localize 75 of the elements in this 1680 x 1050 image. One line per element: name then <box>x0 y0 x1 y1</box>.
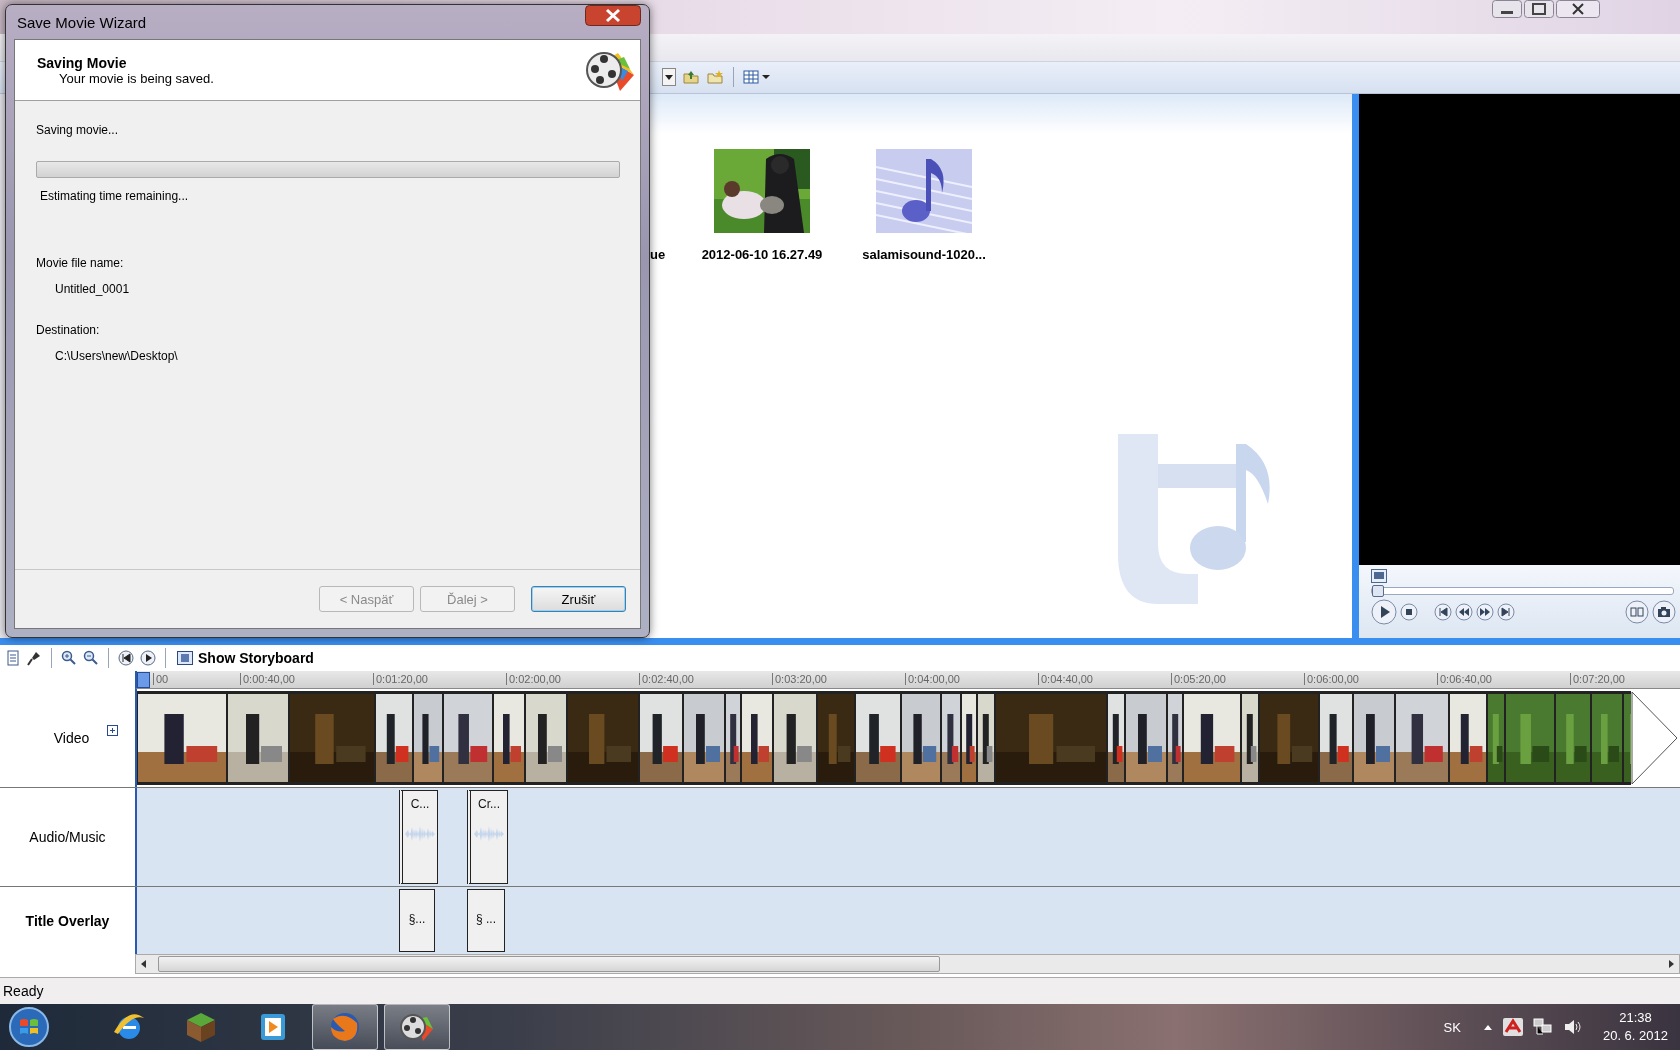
clock-time[interactable]: 21:38 <box>1619 1009 1652 1027</box>
maximize-icon[interactable] <box>1524 0 1554 18</box>
music-note-icon <box>876 148 972 233</box>
zoom-in-icon[interactable] <box>61 650 77 667</box>
time-label: 0:02:00,00 <box>506 673 561 686</box>
caret-up-icon[interactable] <box>1482 1023 1493 1031</box>
track-label: Video <box>53 730 90 747</box>
audio-clip[interactable]: C... <box>399 790 438 885</box>
wizard-subtitle: Your movie is being saved. <box>59 70 214 86</box>
clip-label: §... <box>408 912 426 927</box>
clock-date[interactable]: 20. 6. 2012 <box>1602 1027 1668 1045</box>
rewind-icon[interactable] <box>1455 602 1473 621</box>
dropdown-icon[interactable] <box>662 68 676 87</box>
camera-icon[interactable] <box>1652 599 1676 624</box>
horizontal-scrollbar[interactable] <box>135 954 1680 975</box>
play-icon[interactable] <box>1371 598 1397 625</box>
splitter-bar[interactable] <box>0 638 1680 646</box>
audio-clip[interactable]: Cr... <box>467 790 508 885</box>
volume-icon[interactable] <box>1562 1018 1583 1036</box>
time-label: 00 <box>153 673 169 686</box>
clip-label: ue <box>650 246 666 262</box>
window-title: Save Movie Wizard <box>16 13 147 31</box>
playhead[interactable] <box>137 672 150 689</box>
seek-thumb[interactable] <box>1372 584 1384 597</box>
status-text: Saving movie... <box>36 123 120 137</box>
track-label: Title Overlay <box>25 912 110 929</box>
fast-forward-icon[interactable] <box>1476 602 1494 621</box>
collection-item[interactable]: 2012-06-10 16.27.49 <box>692 148 832 262</box>
grass-block-icon <box>184 1010 218 1044</box>
field-value: C:\Users\new\Desktop\ <box>54 349 179 363</box>
close-button[interactable] <box>585 5 641 26</box>
clip-label: § ... <box>476 912 496 927</box>
expand-icon[interactable] <box>107 725 118 737</box>
view-grid-icon[interactable] <box>743 69 771 86</box>
field-value: Untitled_0001 <box>54 282 131 296</box>
stop-icon[interactable] <box>1400 602 1418 621</box>
show-storyboard-button[interactable]: Show Storyboard <box>175 650 316 667</box>
time-label: 0:03:20,00 <box>772 673 827 686</box>
rewind-icon[interactable] <box>118 650 134 667</box>
time-label: 0:05:20,00 <box>1171 673 1226 686</box>
filmstrip-icon <box>177 651 193 666</box>
zoom-out-icon[interactable] <box>83 650 99 667</box>
start-button[interactable] <box>8 1006 50 1048</box>
folder-up-icon[interactable] <box>682 69 700 86</box>
time-label: 0:02:40,00 <box>639 673 694 686</box>
time-label: 0:01:20,00 <box>373 673 428 686</box>
scroll-thumb[interactable] <box>158 956 940 973</box>
time-label: 0:06:00,00 <box>1304 673 1359 686</box>
clip-label: C... <box>410 797 430 812</box>
previous-icon[interactable] <box>1434 602 1452 621</box>
title-clip[interactable]: § ... <box>467 889 505 953</box>
wizard-title: Saving Movie <box>37 54 128 71</box>
screen-icon[interactable] <box>1371 568 1387 583</box>
time-label: 0:07:20,00 <box>1570 673 1625 686</box>
taskbar-app[interactable] <box>384 1004 450 1050</box>
title-clip[interactable]: §... <box>399 889 435 953</box>
time-label: 0:06:40,00 <box>1437 673 1492 686</box>
network-icon[interactable] <box>1532 1018 1553 1036</box>
time-ruler[interactable]: 00 0:00:40,00 0:01:20,00 0:02:00,00 0:02:40,00 0:03:20,00 0:04:00,00 0:04:40,00 0:05:20,00 0:06:00,00 0:06:40,00 0:07:20,00 <box>135 671 1680 690</box>
time-label: 0:00:40,00 <box>240 673 295 686</box>
time-label: 0:04:40,00 <box>1038 673 1093 686</box>
close-icon[interactable] <box>1556 0 1600 18</box>
clip-label: Cr... <box>478 797 500 812</box>
field-label: Movie file name: <box>36 256 125 270</box>
time-label: 0:04:00,00 <box>905 673 960 686</box>
field-label: Destination: <box>36 323 101 337</box>
collection-item[interactable]: salamisound-1020... <box>854 148 994 262</box>
next-icon[interactable] <box>1497 602 1515 621</box>
time-remaining-text: Estimating time remaining... <box>39 189 190 203</box>
play-icon[interactable] <box>140 650 156 667</box>
language-indicator[interactable]: SK <box>1443 1019 1461 1035</box>
status-text: Ready <box>3 983 44 1000</box>
minimize-icon[interactable] <box>1492 0 1522 18</box>
wizard-button[interactable]: Zrušiť <box>531 586 626 612</box>
track-label: Audio/Music <box>29 829 106 846</box>
